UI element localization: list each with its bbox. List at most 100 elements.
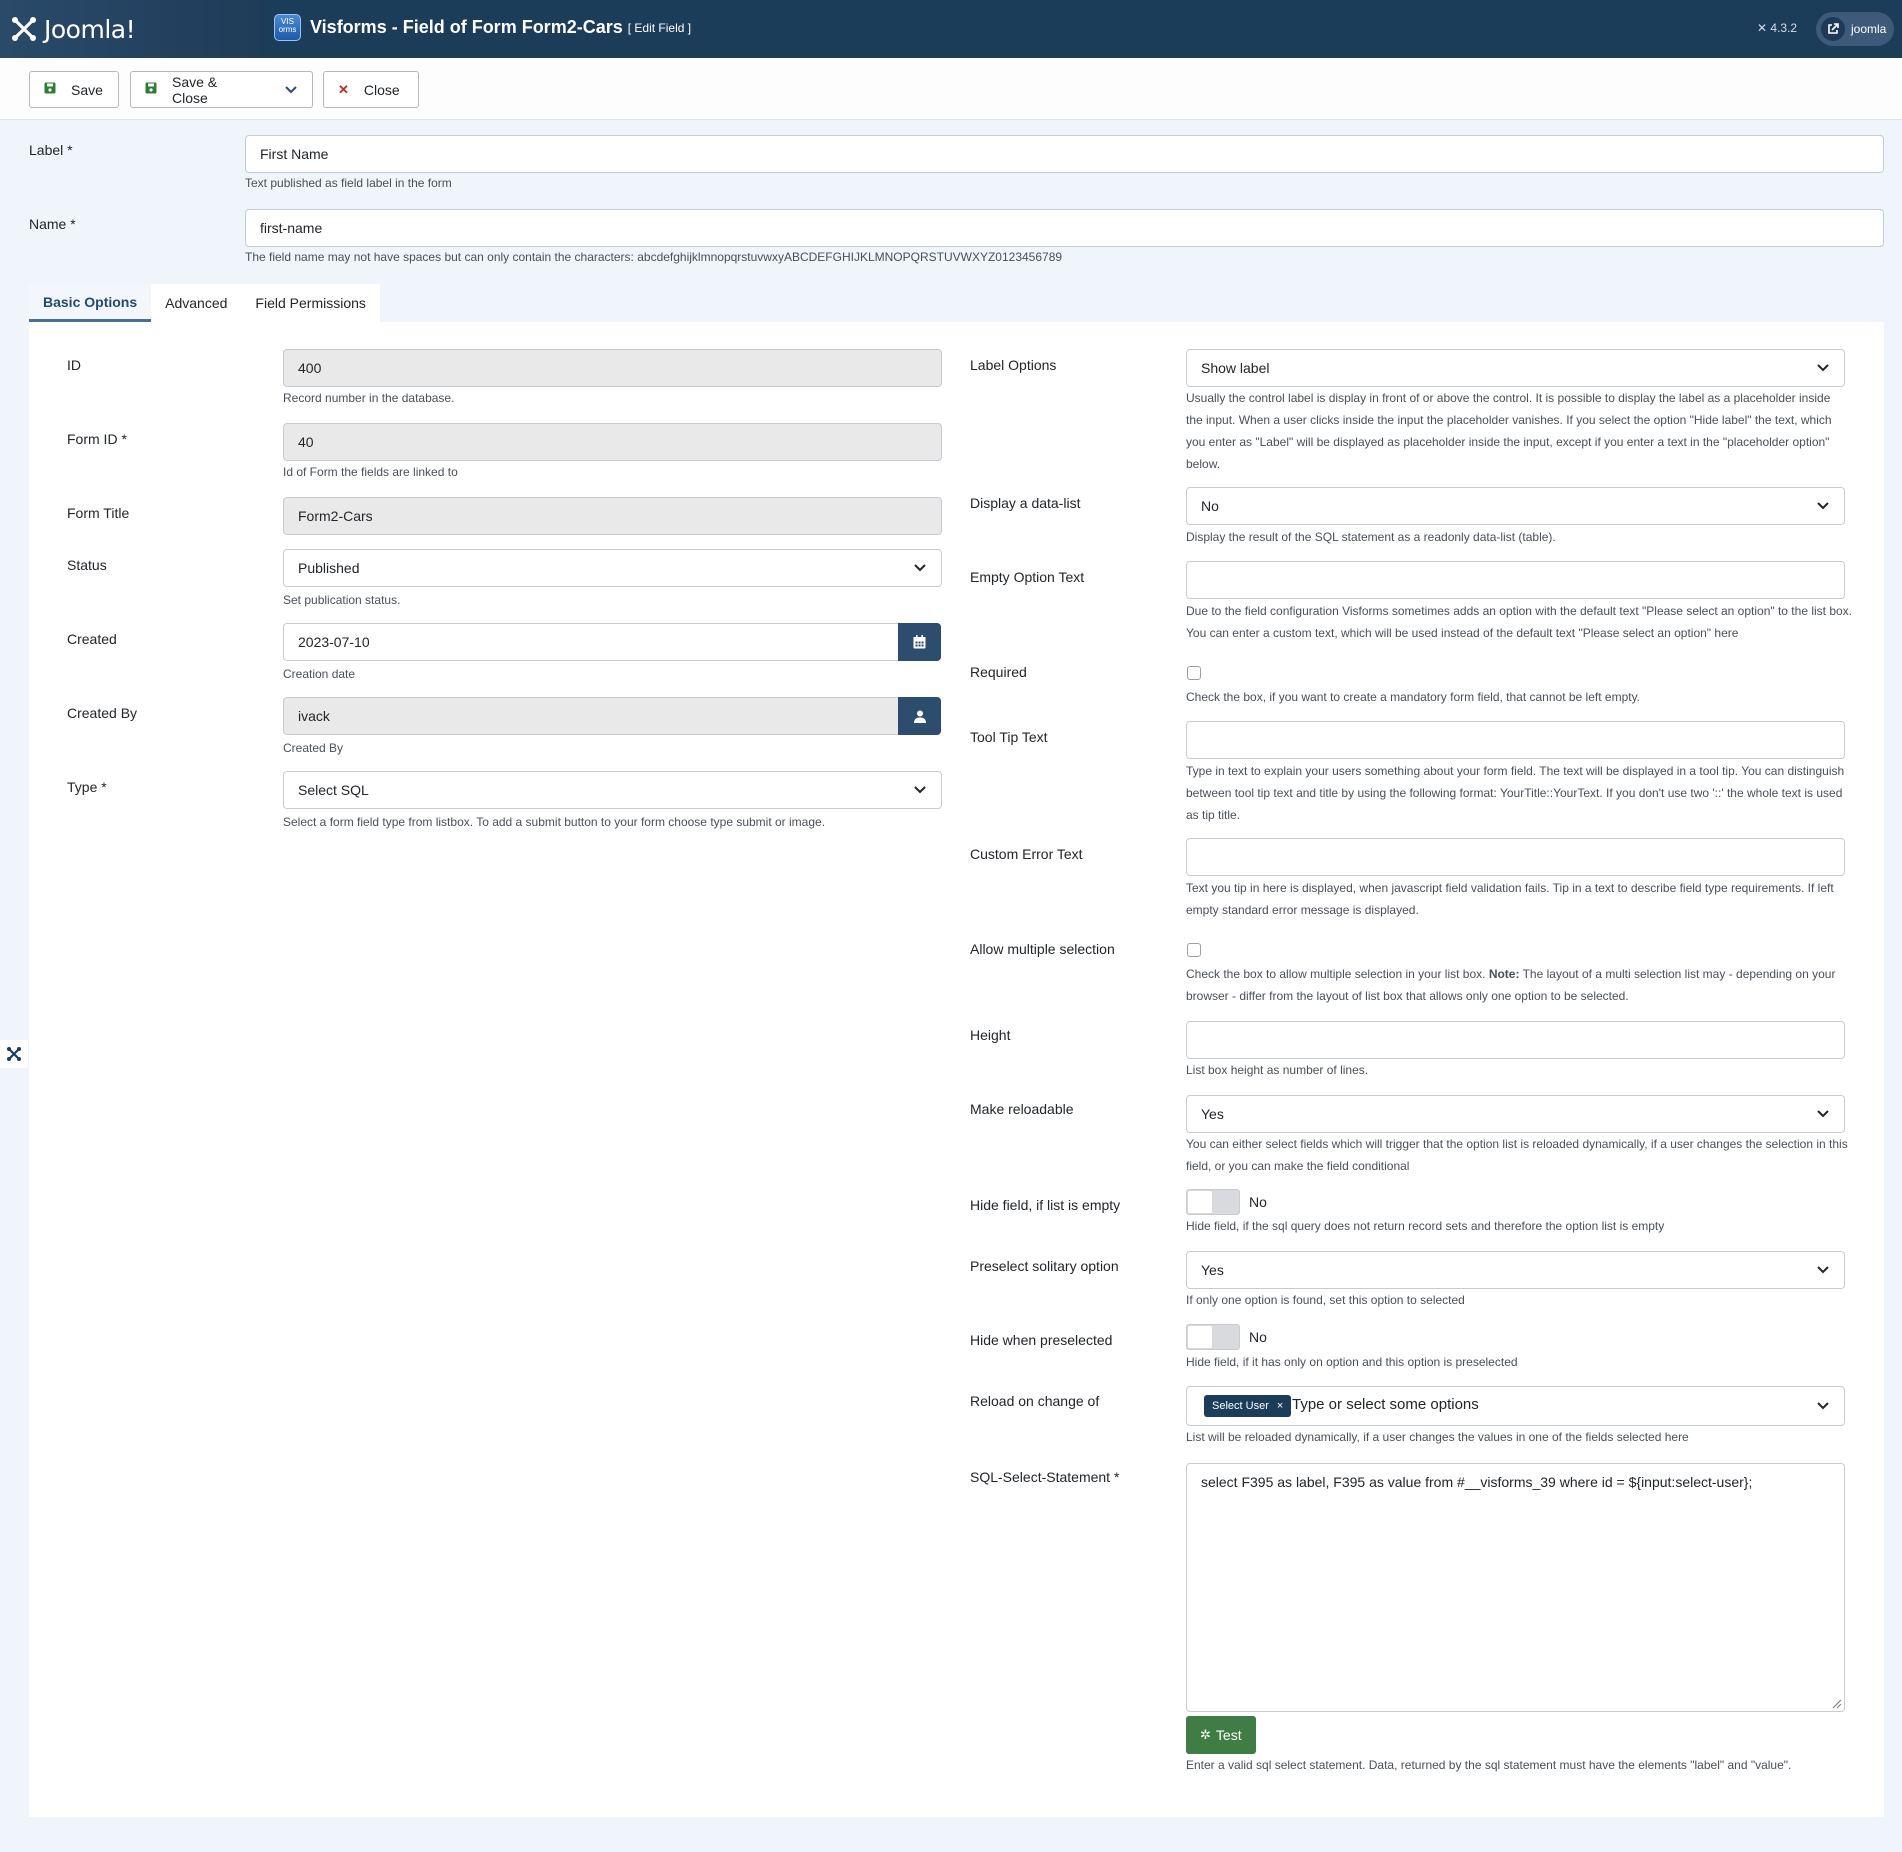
chevron-down-icon — [1817, 502, 1829, 510]
height-input[interactable] — [1186, 1021, 1845, 1059]
hide-preselected-label: Hide when preselected — [970, 1332, 1113, 1348]
created-help: Creation date — [283, 667, 356, 681]
visforms-app-icon: VIS orms — [274, 14, 301, 41]
status-value: Published — [298, 560, 360, 576]
chevron-down-icon — [914, 564, 926, 572]
preselect-label: Preselect solitary option — [970, 1258, 1119, 1274]
required-label: Required — [970, 664, 1027, 680]
select-user-button[interactable] — [898, 697, 941, 735]
chevron-down-icon — [1817, 1110, 1829, 1118]
chevron-down-icon — [1817, 1402, 1829, 1410]
version-number: 4.3.2 — [1770, 21, 1798, 35]
preselect-help: If only one option is found, set this op… — [1186, 1293, 1465, 1307]
save-options-dropdown[interactable] — [270, 71, 313, 108]
created-by-help: Created By — [283, 741, 344, 755]
reloadable-help: You can either select fields which will … — [1186, 1137, 1848, 1173]
name-input[interactable]: first-name — [245, 209, 1884, 247]
reloadable-value: Yes — [1201, 1106, 1224, 1122]
data-list-label: Display a data-list — [970, 495, 1081, 511]
resize-handle-icon[interactable] — [1830, 1697, 1842, 1709]
side-joomla-icon[interactable] — [0, 1040, 28, 1068]
empty-option-label: Empty Option Text — [970, 569, 1085, 585]
tab-advanced[interactable]: Advanced — [151, 284, 241, 322]
name-field-label: Name * — [29, 216, 76, 232]
chip-label: Select User — [1212, 1400, 1269, 1412]
name-help: The field name may not have spaces but c… — [245, 250, 1063, 264]
hide-preselected-toggle[interactable] — [1186, 1324, 1240, 1350]
preselect-select[interactable]: Yes — [1186, 1251, 1845, 1289]
chevron-down-icon — [1817, 364, 1829, 372]
id-label: ID — [67, 357, 81, 373]
reload-on-search[interactable]: Type or select some options — [1292, 1396, 1479, 1413]
form-id-label: Form ID * — [67, 431, 127, 447]
chevron-down-icon — [1817, 1266, 1829, 1274]
close-icon: ✕ — [338, 81, 349, 97]
version-label: ✕ 4.3.2 — [1757, 21, 1797, 35]
toolbar: Save Save & Close ✕ Close — [0, 58, 1902, 120]
label-options-label: Label Options — [970, 357, 1057, 373]
reload-on-label: Reload on change of — [970, 1393, 1100, 1409]
custom-error-input[interactable] — [1186, 838, 1845, 876]
save-close-button[interactable]: Save & Close — [130, 71, 271, 108]
required-checkbox[interactable] — [1187, 666, 1201, 680]
chip-remove-icon[interactable]: × — [1277, 1400, 1283, 1412]
status-help: Set publication status. — [283, 593, 401, 607]
calendar-button[interactable] — [898, 623, 941, 661]
form-id-input: 40 — [283, 423, 942, 461]
form-title-input: Form2-Cars — [283, 497, 942, 535]
status-select[interactable]: Published — [283, 549, 942, 587]
created-date-input[interactable]: 2023-07-10 — [283, 623, 899, 661]
tab-field-permissions[interactable]: Field Permissions — [241, 284, 379, 322]
selected-chip: Select User × — [1204, 1395, 1292, 1417]
top-header: Joomla! VIS orms Visforms - Field of For… — [0, 0, 1902, 58]
user-menu-button[interactable]: joomla — [1816, 12, 1894, 46]
joomla-small-icon: ✕ — [1757, 21, 1768, 35]
label-input[interactable]: First Name — [245, 135, 1884, 173]
hide-empty-value: No — [1249, 1194, 1267, 1210]
tooltip-input[interactable] — [1186, 721, 1845, 759]
label-options-select[interactable]: Show label — [1186, 349, 1845, 387]
hide-empty-toggle[interactable] — [1186, 1189, 1240, 1215]
sql-help: Enter a valid sql select statement. Data… — [1186, 1758, 1792, 1772]
test-button-label: Test — [1215, 1727, 1242, 1743]
save-label: Save — [71, 81, 103, 98]
test-sql-button[interactable]: ✲ Test — [1186, 1716, 1256, 1754]
chevron-down-icon — [914, 786, 926, 794]
close-label: Close — [363, 81, 400, 98]
empty-option-input[interactable] — [1186, 561, 1845, 599]
save-close-label: Save & Close — [172, 73, 218, 106]
sql-textarea[interactable]: select F395 as label, F395 as value from… — [1186, 1463, 1845, 1712]
data-list-select[interactable]: No — [1186, 487, 1845, 525]
user-icon — [913, 710, 926, 723]
type-select[interactable]: Select SQL — [283, 771, 942, 809]
joomla-logo-icon — [12, 17, 36, 41]
label-options-value: Show label — [1201, 360, 1270, 376]
label-options-help: Usually the control label is display in … — [1186, 391, 1832, 471]
label-field-label: Label * — [29, 142, 73, 158]
required-help: Check the box, if you want to create a m… — [1186, 690, 1641, 704]
type-label: Type * — [67, 779, 107, 795]
hide-preselected-value: No — [1249, 1329, 1267, 1345]
multiple-selection-label: Allow multiple selection — [970, 941, 1115, 957]
calendar-icon — [913, 635, 926, 649]
joomla-brand[interactable]: Joomla! — [0, 0, 259, 58]
reloadable-select[interactable]: Yes — [1186, 1095, 1845, 1133]
close-button[interactable]: ✕ Close — [323, 71, 419, 108]
custom-error-label: Custom Error Text — [970, 846, 1083, 862]
joomla-logo-text: Joomla! — [44, 14, 136, 44]
tooltip-help: Type in text to explain your users somet… — [1186, 764, 1845, 822]
type-help: Select a form field type from listbox. T… — [283, 815, 826, 829]
tab-basic-options[interactable]: Basic Options — [29, 284, 152, 322]
form-title-label: Form Title — [67, 505, 130, 521]
data-list-value: No — [1201, 498, 1219, 514]
custom-error-help: Text you tip in here is displayed, when … — [1186, 881, 1834, 917]
empty-option-help: Due to the field configuration Visforms … — [1186, 604, 1853, 640]
multiple-selection-checkbox[interactable] — [1187, 943, 1201, 957]
save-close-icon — [145, 82, 157, 97]
type-value: Select SQL — [298, 782, 369, 798]
multiple-selection-help: Check the box to allow multiple selectio… — [1186, 963, 1852, 1007]
page-subtitle: [ Edit Field ] — [627, 20, 692, 35]
status-label: Status — [67, 557, 107, 573]
save-button[interactable]: Save — [29, 71, 119, 108]
chevron-down-icon — [285, 85, 297, 93]
